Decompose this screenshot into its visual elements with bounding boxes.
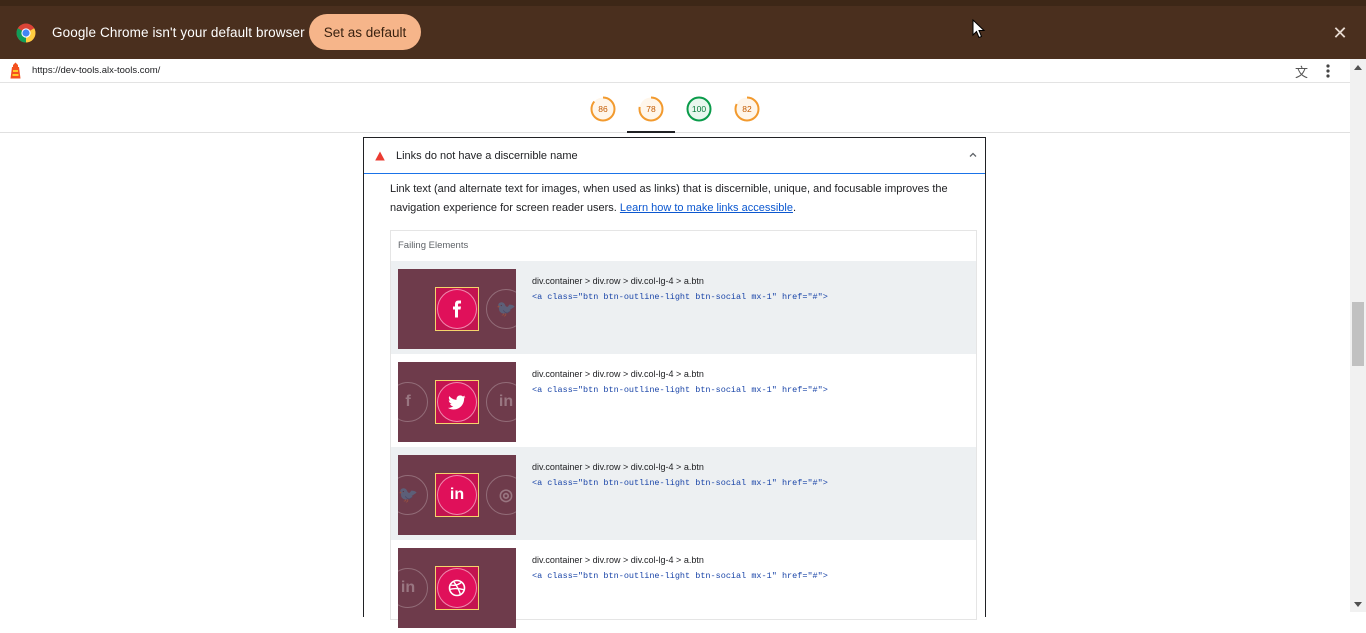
default-browser-infobar: Google Chrome isn't your default browser… <box>0 0 1366 59</box>
element-snippet: <a class="btn btn-outline-light btn-soci… <box>532 478 828 488</box>
translate-icon[interactable]: 文A <box>1295 62 1311 96</box>
set-as-default-button[interactable]: Set as default <box>309 14 421 50</box>
element-snippet: <a class="btn btn-outline-light btn-soci… <box>532 292 828 302</box>
description-period: . <box>792 202 797 214</box>
chrome-logo-icon <box>16 23 36 43</box>
linkedin-icon: in <box>486 382 516 422</box>
infobar-message: Google Chrome isn't your default browser <box>52 25 305 40</box>
table-row[interactable]: 🐦 div.container > div.row > div.col-lg-4… <box>391 261 976 354</box>
highlighted-element <box>435 566 479 610</box>
table-row[interactable]: 🐦 ◎ in div.container > div.row > div.col… <box>391 447 976 540</box>
scroll-up-arrow-icon[interactable] <box>1354 64 1362 70</box>
score-value: 86 <box>598 104 608 114</box>
learn-more-link[interactable]: Learn how to make links accessible <box>620 202 793 214</box>
audit-title: Links do not have a discernible name <box>396 150 578 162</box>
more-options-icon[interactable] <box>1321 62 1335 80</box>
facebook-icon: f <box>398 382 428 422</box>
element-selector: div.container > div.row > div.col-lg-4 >… <box>532 555 704 565</box>
linkedin-icon: in <box>449 486 465 503</box>
score-gauge-performance[interactable]: 86 <box>590 96 616 122</box>
score-value: 82 <box>742 104 752 114</box>
table-row[interactable]: f in div.container > div.row > div.col-l… <box>391 354 976 447</box>
audit-panel: Links do not have a discernible name Lin… <box>363 137 986 628</box>
score-value: 100 <box>691 104 707 114</box>
highlighted-element <box>435 380 479 424</box>
linkedin-icon: in <box>398 568 428 608</box>
lighthouse-icon <box>10 62 21 79</box>
dribbble-icon <box>448 579 466 597</box>
failing-elements-table: Failing Elements 🐦 div.container > div.r… <box>390 230 977 628</box>
close-icon[interactable]: ✕ <box>1331 24 1349 42</box>
vertical-scrollbar[interactable] <box>1350 59 1366 612</box>
table-row[interactable]: in div.container > div.row > div.col-lg-… <box>391 540 976 633</box>
score-gauges: 86 78 100 82 <box>0 83 1350 133</box>
twitter-icon <box>448 394 466 409</box>
element-screenshot: in <box>398 548 516 628</box>
lighthouse-url-bar: https://dev-tools.alx-tools.com/ 文A <box>0 59 1350 96</box>
element-selector: div.container > div.row > div.col-lg-4 >… <box>532 369 704 379</box>
element-selector: div.container > div.row > div.col-lg-4 >… <box>532 462 704 472</box>
twitter-icon: 🐦 <box>486 289 516 329</box>
scrollbar-thumb[interactable] <box>1352 302 1364 366</box>
dribbble-icon: ◎ <box>486 475 516 515</box>
chevron-up-icon[interactable] <box>968 150 978 160</box>
active-gauge-underline <box>627 131 675 133</box>
audit-description: Link text (and alternate text for images… <box>390 180 965 218</box>
element-screenshot: 🐦 <box>398 269 516 349</box>
element-snippet: <a class="btn btn-outline-light btn-soci… <box>532 385 828 395</box>
highlighted-element: in <box>435 473 479 517</box>
element-screenshot: f in <box>398 362 516 442</box>
warning-triangle-icon <box>375 151 385 161</box>
mouse-cursor-icon <box>972 19 986 39</box>
scroll-down-arrow-icon[interactable] <box>1354 602 1362 608</box>
audit-header[interactable]: Links do not have a discernible name <box>364 138 985 174</box>
score-value: 78 <box>646 104 656 114</box>
score-gauge-accessibility[interactable]: 78 <box>638 96 664 122</box>
score-gauge-seo[interactable]: 82 <box>734 96 760 122</box>
element-selector: div.container > div.row > div.col-lg-4 >… <box>532 276 704 286</box>
facebook-icon <box>453 300 461 318</box>
highlighted-element <box>435 287 479 331</box>
element-snippet: <a class="btn btn-outline-light btn-soci… <box>532 571 828 581</box>
twitter-icon: 🐦 <box>398 475 428 515</box>
score-gauge-best-practices[interactable]: 100 <box>686 96 712 122</box>
page-url[interactable]: https://dev-tools.alx-tools.com/ <box>32 65 160 76</box>
failing-elements-header: Failing Elements <box>398 240 469 251</box>
element-screenshot: 🐦 ◎ in <box>398 455 516 535</box>
